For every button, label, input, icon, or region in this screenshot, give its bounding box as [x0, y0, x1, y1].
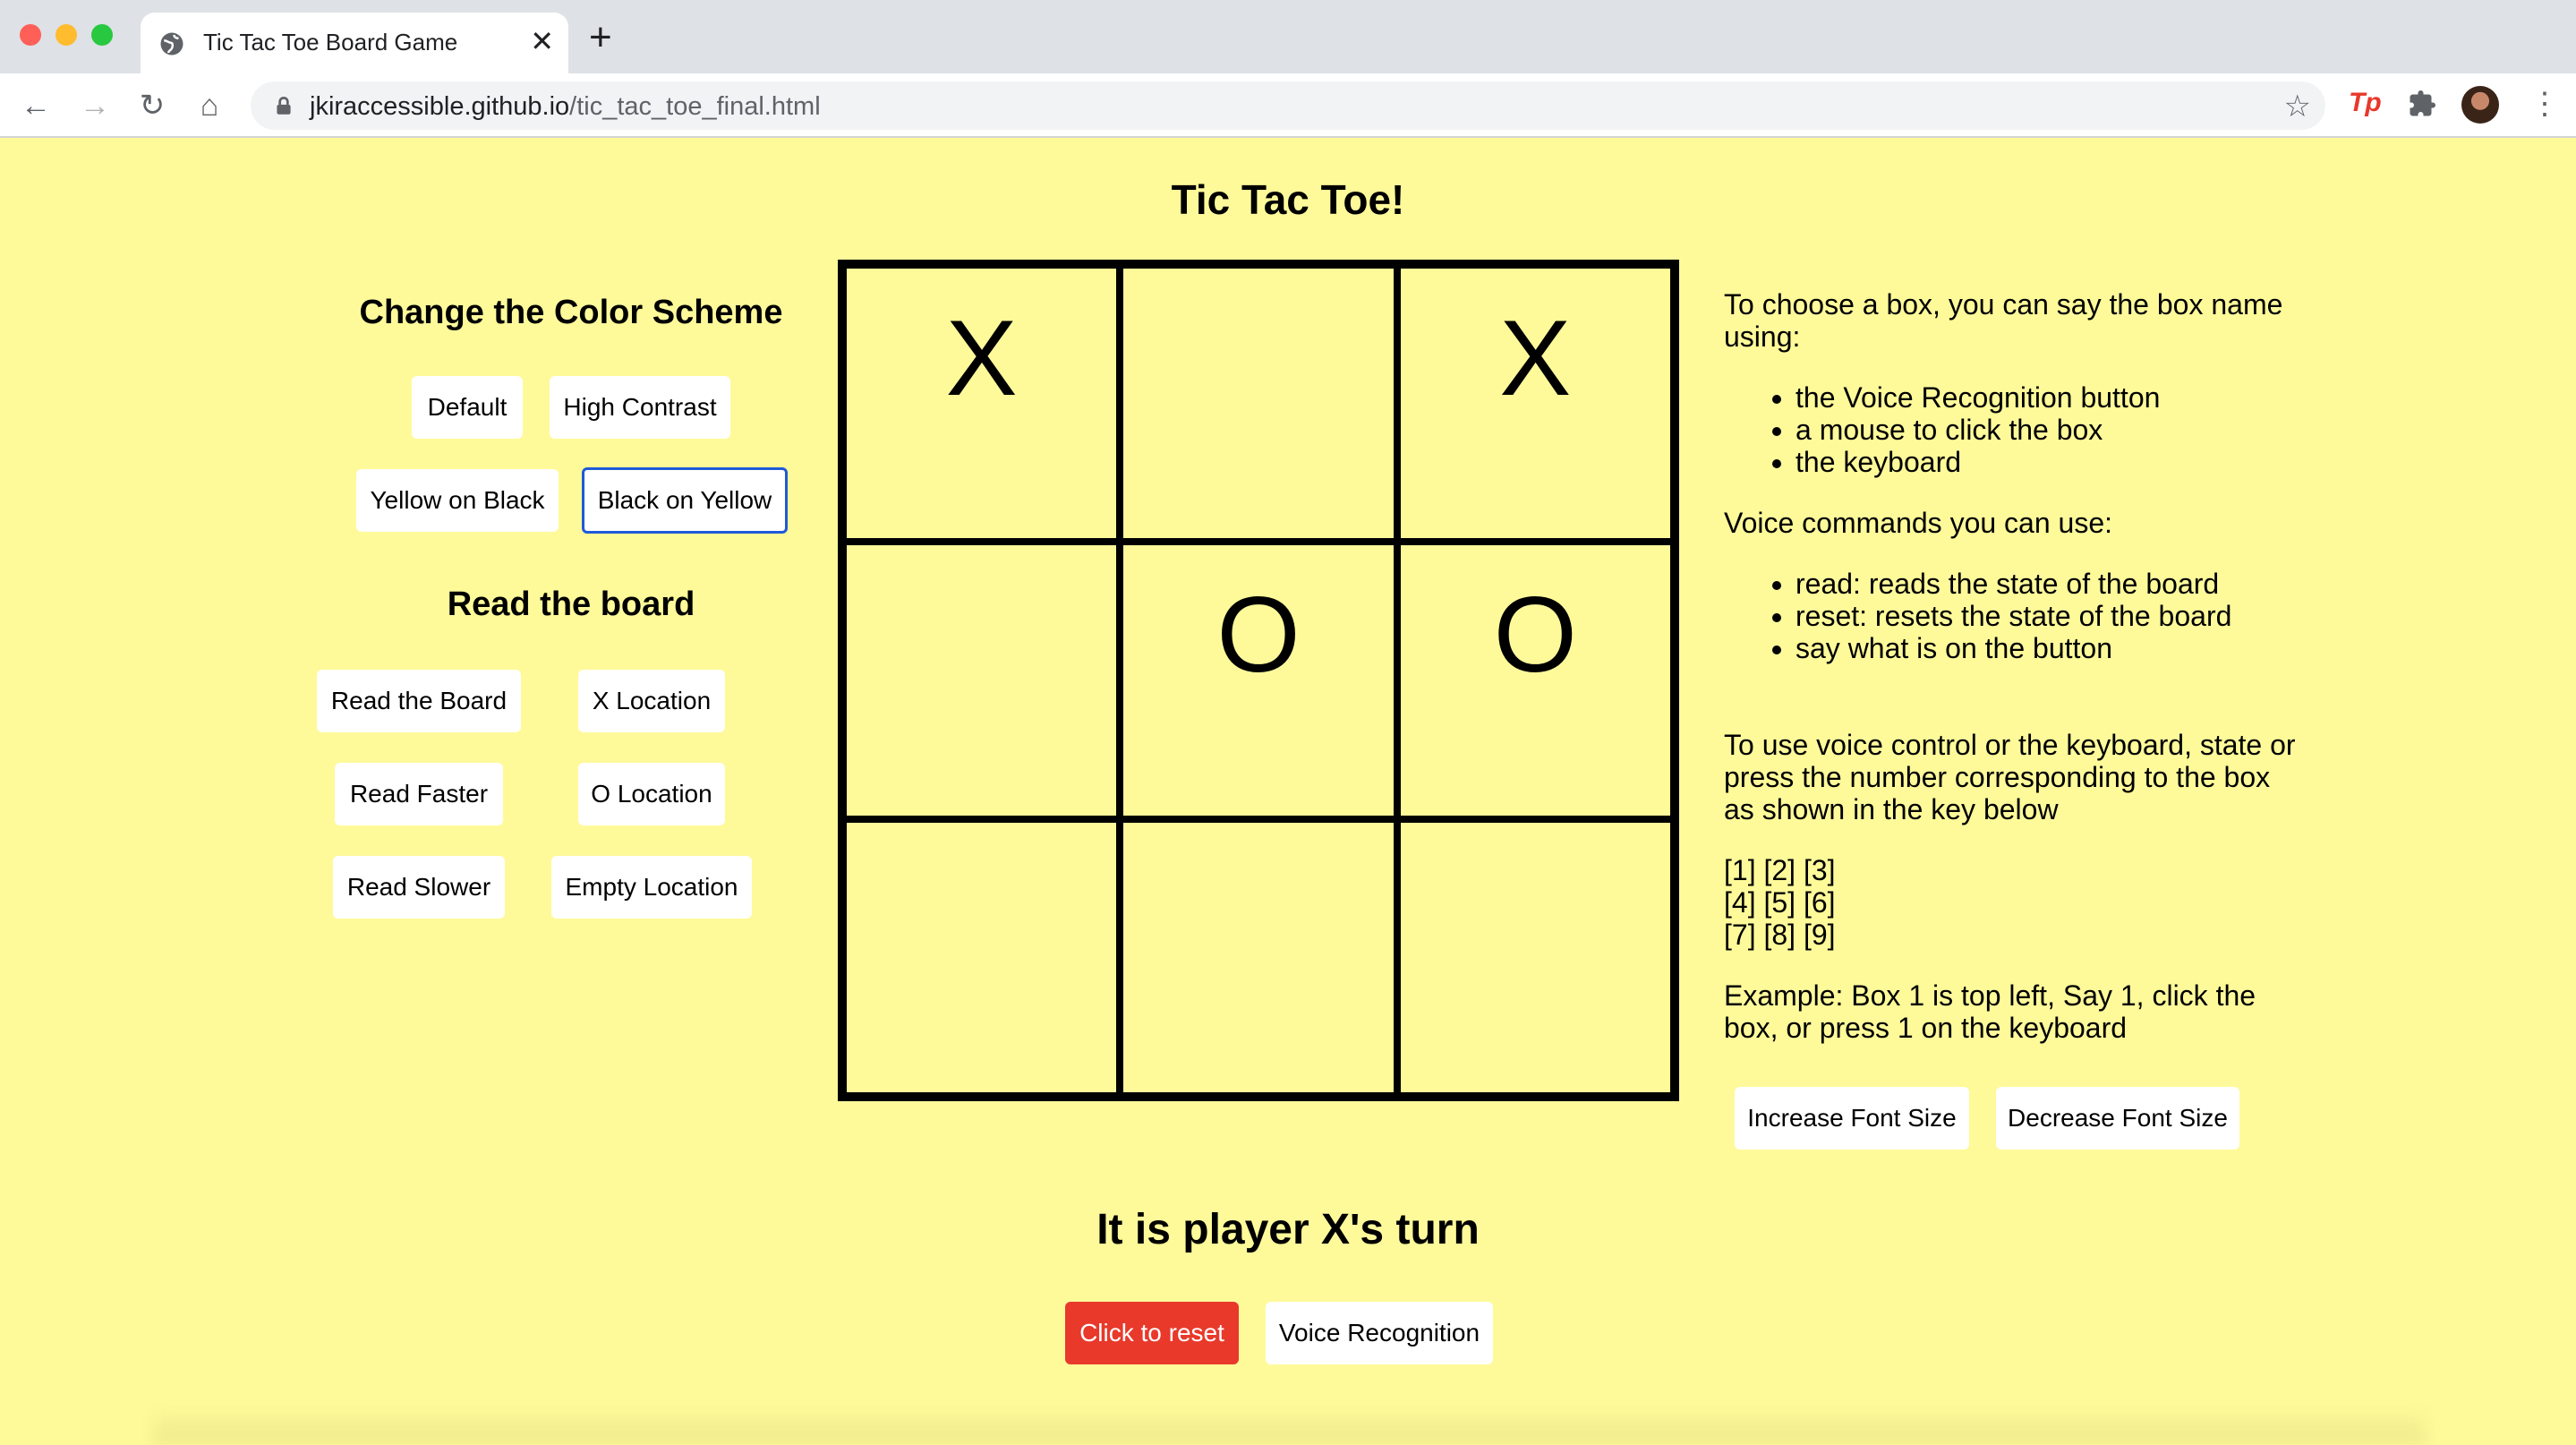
back-icon[interactable]: ← [18, 88, 54, 124]
lock-icon [277, 97, 291, 115]
board-cell-1[interactable]: X [843, 265, 1121, 543]
board-cell-3[interactable]: X [1396, 265, 1674, 543]
tp-extension-icon[interactable]: Tp [2349, 88, 2382, 118]
help-intro: To choose a box, you can say the box nam… [1724, 288, 2283, 353]
color-scheme-heading: Change the Color Scheme [359, 294, 783, 331]
browser-menu-icon[interactable]: ⋮ [2529, 86, 2560, 122]
reload-icon[interactable]: ↻ [134, 88, 170, 124]
extensions-puzzle-icon[interactable] [2406, 88, 2438, 120]
decrease-font-size-button[interactable]: Decrease Font Size [1996, 1087, 2239, 1150]
yellow-on-black-button[interactable]: Yellow on Black [356, 469, 559, 532]
input-methods-list: the Voice Recognition button a mouse to … [1796, 381, 2297, 478]
increase-font-size-button[interactable]: Increase Font Size [1735, 1087, 1969, 1150]
key-row: [4] [5] [6] [1724, 886, 1836, 919]
read-faster-button[interactable]: Read Faster [335, 763, 503, 825]
key-row: [1] [2] [3] [1724, 854, 1836, 886]
board-cell-9[interactable] [1396, 818, 1674, 1096]
box-key: [1] [2] [3] [4] [5] [6] [7] [8] [9] [1724, 854, 2297, 951]
page-title: Tic Tac Toe! [1171, 176, 1405, 223]
list-item: read: reads the state of the board [1796, 568, 2297, 600]
x-location-button[interactable]: X Location [578, 670, 725, 732]
board-cell-4[interactable] [843, 542, 1121, 819]
read-slower-button[interactable]: Read Slower [333, 856, 505, 919]
new-tab-button[interactable]: + [589, 18, 612, 57]
address-bar[interactable]: jkiraccessible.github.io/tic_tac_toe_fin… [251, 81, 2325, 130]
voice-commands-list: read: reads the state of the board reset… [1796, 568, 2297, 664]
browser-tab[interactable]: Tic Tac Toe Board Game ✕ [141, 13, 568, 73]
list-item: a mouse to click the box [1796, 414, 2297, 446]
board-cell-8[interactable] [1120, 818, 1397, 1096]
list-item: the keyboard [1796, 446, 2297, 478]
page-bottom-shadow [152, 1406, 2426, 1445]
list-item: say what is on the button [1796, 632, 2297, 664]
browser-toolbar: ← → ↻ ⌂ jkiraccessible.github.io/tic_tac… [0, 73, 2576, 138]
reset-button[interactable]: Click to reset [1065, 1302, 1239, 1364]
board-cell-7[interactable] [843, 818, 1121, 1096]
board-cell-6[interactable]: O [1396, 542, 1674, 819]
home-icon[interactable]: ⌂ [192, 88, 227, 124]
globe-icon [160, 32, 183, 56]
board-cell-5[interactable]: O [1120, 542, 1397, 819]
black-on-yellow-button[interactable]: Black on Yellow [582, 467, 788, 534]
voice-recognition-button[interactable]: Voice Recognition [1266, 1302, 1493, 1364]
board-cell-2[interactable] [1120, 265, 1397, 543]
profile-avatar[interactable] [2461, 86, 2499, 124]
maximize-window-button[interactable] [91, 24, 113, 46]
keyboard-instructions: To use voice control or the keyboard, st… [1724, 729, 2296, 825]
forward-icon[interactable]: → [77, 88, 113, 124]
read-the-board-button[interactable]: Read the Board [317, 670, 521, 732]
read-board-heading: Read the board [447, 586, 695, 623]
turn-status: It is player X's turn [1096, 1206, 1480, 1253]
url-text: jkiraccessible.github.io/tic_tac_toe_fin… [310, 92, 821, 121]
close-window-button[interactable] [20, 24, 41, 46]
browser-tab-bar: Tic Tac Toe Board Game ✕ + [0, 0, 2576, 73]
minimize-window-button[interactable] [55, 24, 77, 46]
high-contrast-button[interactable]: High Contrast [550, 376, 730, 439]
tab-title: Tic Tac Toe Board Game [203, 29, 458, 56]
game-board: X X O O [838, 260, 1679, 1101]
default-scheme-button[interactable]: Default [412, 376, 523, 439]
voice-commands-intro: Voice commands you can use: [1724, 507, 2113, 539]
instructions-panel: To choose a box, you can say the box nam… [1724, 288, 2297, 1073]
empty-location-button[interactable]: Empty Location [551, 856, 752, 919]
close-tab-icon[interactable]: ✕ [530, 23, 554, 59]
bookmark-star-icon[interactable]: ☆ [2284, 89, 2311, 124]
key-row: [7] [8] [9] [1724, 919, 1836, 951]
list-item: the Voice Recognition button [1796, 381, 2297, 414]
example-text: Example: Box 1 is top left, Say 1, click… [1724, 979, 2256, 1044]
list-item: reset: resets the state of the board [1796, 600, 2297, 632]
o-location-button[interactable]: O Location [578, 763, 725, 825]
